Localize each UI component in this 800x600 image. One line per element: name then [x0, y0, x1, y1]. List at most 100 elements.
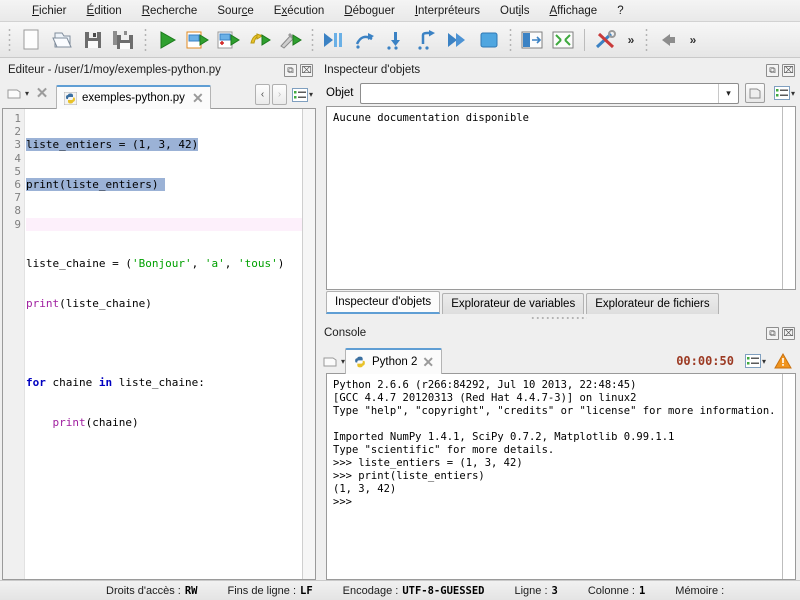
right-panes: Inspecteur d'objets ⧉ ⌧ Objet ▾ ▾ Aucune… [318, 60, 798, 580]
run-cell-icon[interactable] [183, 25, 213, 55]
menu-interpreteurs[interactable]: Interpréteurs [405, 3, 490, 19]
python-file-icon [64, 91, 78, 105]
menu-affichage[interactable]: Affichage [539, 3, 607, 19]
editor-tab-exemples-python[interactable]: exemples-python.py ✕ [56, 85, 211, 109]
line-number: 5 [14, 164, 21, 178]
step-return-icon[interactable] [412, 25, 442, 55]
run-selection-icon[interactable] [245, 25, 275, 55]
editor-tabbar-right: ‹ › ▾ [254, 84, 316, 108]
console-toolbar-right: 00:00:50 ▾ [676, 353, 798, 373]
documentation-scrollbar[interactable] [782, 107, 795, 289]
console-options-button[interactable]: ▾ [742, 354, 766, 368]
toolbar-separator-2 [309, 27, 316, 52]
menu-aide[interactable]: ? [607, 3, 633, 19]
status-value: LF [300, 584, 313, 597]
line-number: 4 [14, 151, 21, 165]
close-tab-icon[interactable]: ✕ [192, 90, 204, 107]
save-file-icon[interactable] [78, 25, 108, 55]
console-pane: Console ⧉ ⌧ ▾ Python 2 ✕ 00:00:50 ▾ Pyth… [318, 323, 798, 580]
forward-chevron-icon[interactable]: » [684, 25, 702, 55]
status-memory: Mémoire : [675, 585, 728, 597]
maximize-pane-icon[interactable] [517, 25, 547, 55]
undock-icon[interactable]: ⧉ [284, 63, 297, 77]
object-combo[interactable]: ▾ [359, 82, 739, 104]
console-dock-header: Console ⧉ ⌧ [318, 323, 798, 343]
menu-recherche[interactable]: Recherche [132, 3, 208, 19]
editor-options-button[interactable]: ▾ [289, 87, 313, 102]
editor-dock-header: Éditeur - /user/1/moy/exemples-python.py… [2, 60, 316, 80]
status-label: Mémoire : [675, 584, 725, 597]
save-all-icon[interactable] [109, 25, 139, 55]
menubar: FFichierichier Édition Recherche Source … [0, 0, 800, 22]
toolbar-separator-4 [643, 27, 650, 52]
menu-deboguer[interactable]: Déboguer [334, 3, 405, 19]
editor-tab-label: exemples-python.py [82, 92, 185, 104]
tab-explorateur-fichiers[interactable]: Explorateur de fichiers [586, 293, 719, 314]
status-eol: Fins de ligne : LF [228, 585, 313, 597]
new-file-icon[interactable] [16, 25, 46, 55]
menu-execution[interactable]: Exécution [264, 3, 335, 19]
stop-debug-icon[interactable] [474, 25, 504, 55]
browse-consoles-button[interactable]: ▾ [322, 354, 345, 373]
inspector-lock-button[interactable] [744, 83, 765, 103]
status-column: Colonne : 1 [588, 585, 645, 597]
preferences-icon[interactable] [591, 25, 621, 55]
previous-file-button[interactable]: ‹ [254, 84, 270, 105]
close-icon[interactable]: ⌧ [300, 63, 313, 77]
chevron-down-icon[interactable]: ▾ [717, 83, 738, 103]
console-scrollbar[interactable] [782, 374, 795, 579]
overflow-chevron-icon[interactable]: » [622, 25, 640, 55]
console-tab-python2[interactable]: Python 2 ✕ [345, 348, 443, 374]
tab-label: Inspecteur d'objets [335, 296, 432, 308]
vertical-splitter-handle[interactable] [318, 314, 798, 322]
continue-icon[interactable] [443, 25, 473, 55]
debug-file-icon[interactable] [319, 25, 349, 55]
line-number: 8 [14, 204, 21, 218]
code-line-8: print(chaine) [52, 415, 139, 429]
fullscreen-icon[interactable] [548, 25, 578, 55]
right-pane-tabs: Inspecteur d'objets Explorateur de varia… [318, 290, 798, 314]
toolbar-grip[interactable] [6, 27, 13, 52]
configure-run-icon[interactable] [276, 25, 306, 55]
tab-inspecteur-objets[interactable]: Inspecteur d'objets [326, 291, 441, 314]
status-label: Colonne : [587, 584, 635, 597]
inspector-options-button[interactable]: ▾ [771, 86, 795, 100]
menu-source[interactable]: Source [207, 3, 263, 19]
step-into-icon[interactable] [381, 25, 411, 55]
open-file-icon[interactable] [47, 25, 77, 55]
menu-fichier[interactable]: FFichierichier [22, 3, 77, 19]
close-console-icon[interactable]: ✕ [422, 354, 434, 371]
code-line-7: for chaine in liste_chaine: [26, 375, 205, 389]
chevron-down-icon: ▾ [790, 88, 795, 98]
console-output-view[interactable]: Python 2.6.6 (r266:84292, Jul 10 2013, 2… [326, 373, 796, 580]
undock-icon[interactable]: ⧉ [766, 326, 779, 340]
code-text-area[interactable]: liste_entiers = (1, 3, 42) print(liste_e… [25, 109, 302, 579]
close-file-button[interactable]: ✕ [30, 82, 54, 104]
next-file-button[interactable]: › [271, 84, 287, 105]
step-over-icon[interactable] [350, 25, 380, 55]
back-arrow-icon[interactable] [653, 25, 683, 55]
menu-edition[interactable]: Édition [77, 3, 132, 19]
status-label: Ligne : [514, 584, 548, 597]
tab-explorateur-variables[interactable]: Explorateur de variables [442, 293, 585, 314]
line-number: 9 [14, 217, 21, 231]
run-file-icon[interactable] [152, 25, 182, 55]
browse-tabs-button[interactable]: ▾ [6, 86, 29, 100]
editor-vertical-scrollbar[interactable] [302, 109, 315, 579]
menu-outils[interactable]: Outils [490, 3, 539, 19]
console-dock-buttons: ⧉ ⌧ [766, 326, 795, 340]
close-icon[interactable]: ⌧ [782, 63, 795, 77]
status-label: Encodage : [342, 584, 399, 597]
warning-icon[interactable] [774, 353, 792, 369]
close-icon[interactable]: ⌧ [782, 326, 795, 340]
documentation-view[interactable]: Aucune documentation disponible [326, 106, 796, 290]
run-cell-advance-icon[interactable] [214, 25, 244, 55]
editor-dock-title: Éditeur - /user/1/moy/exemples-python.py [8, 64, 221, 76]
status-value: 3 [551, 584, 558, 597]
elapsed-timer: 00:00:50 [676, 354, 734, 368]
undock-icon[interactable]: ⧉ [766, 63, 779, 77]
code-editor[interactable]: 1 2 3 4 5 6 7 8 9 liste_entiers = (1, 3,… [2, 108, 316, 580]
status-value: 1 [638, 584, 646, 597]
code-line-1: liste_entiers = (1, 3, 42) [26, 138, 199, 152]
